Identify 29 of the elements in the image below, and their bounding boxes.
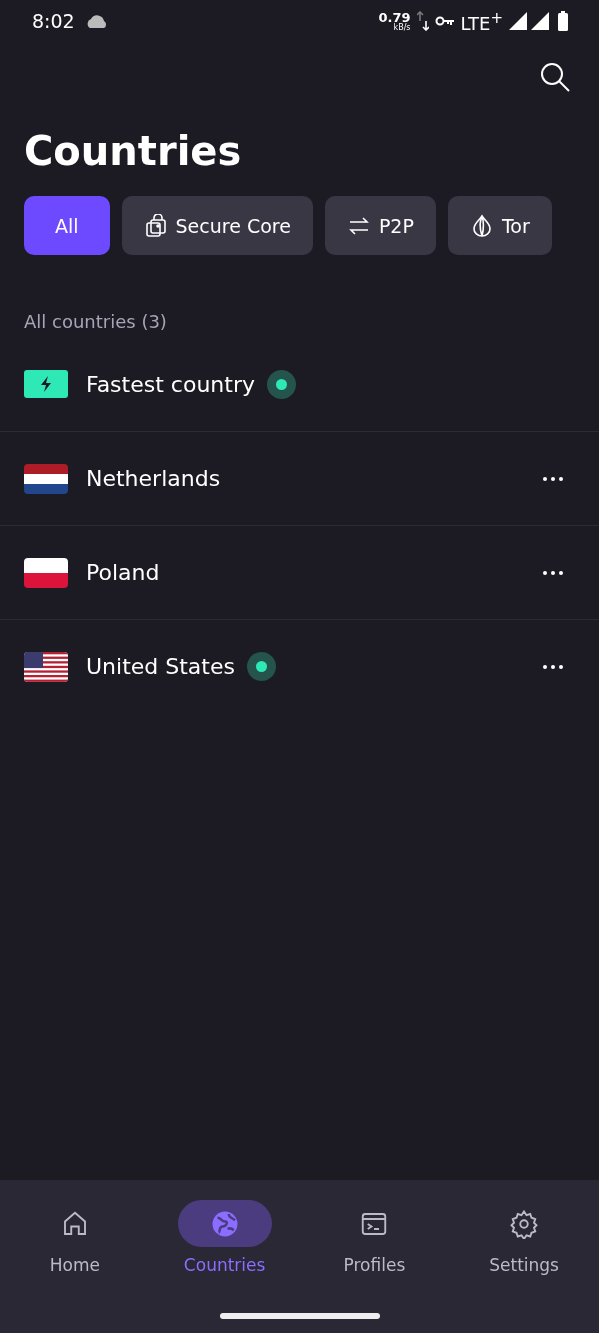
network-type: LTE$^{+}$ (460, 8, 503, 34)
filter-chip[interactable]: All (24, 196, 110, 255)
filter-chip[interactable]: Secure Core (121, 196, 313, 255)
nav-tab[interactable]: Countries (149, 1199, 300, 1276)
signal-icon (509, 12, 551, 30)
lock-icon (143, 213, 168, 238)
nav-tab[interactable]: Settings (449, 1199, 599, 1276)
filter-chip[interactable]: P2P (324, 196, 436, 255)
country-name[interactable]: Fastest country (86, 371, 255, 397)
country-name[interactable]: Poland (86, 560, 160, 585)
filter-chip[interactable]: Tor (447, 196, 552, 255)
data-arrows-icon (416, 11, 429, 31)
status-time: 8:02 (32, 10, 75, 32)
battery-icon (557, 11, 569, 31)
settings-icon (509, 1208, 540, 1239)
country-name[interactable]: Netherlands (86, 466, 221, 491)
flag-icon (24, 557, 68, 588)
section-label: All countries (3) (24, 311, 168, 332)
key-icon (434, 15, 455, 27)
nav-tab[interactable]: Home (0, 1199, 150, 1276)
flag-icon (24, 651, 68, 682)
country-name[interactable]: United States (86, 654, 235, 679)
flag-icon (24, 463, 68, 494)
nav-tab[interactable]: Profiles (299, 1199, 450, 1276)
lightning-icon (24, 370, 68, 398)
network-speed: 0.79 (378, 10, 411, 24)
speed-unit: kB/s (393, 23, 411, 32)
page-title: Countries (24, 127, 243, 176)
search-icon (539, 61, 571, 93)
